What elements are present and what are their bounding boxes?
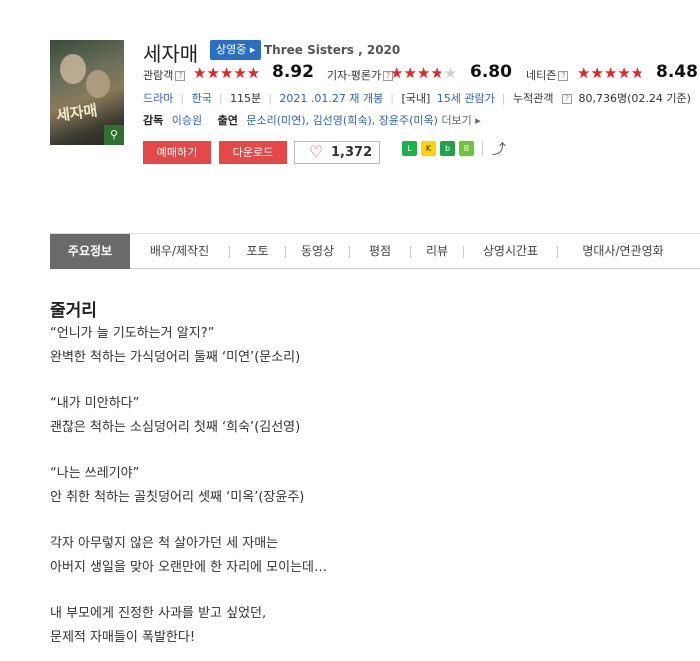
more-link[interactable]: 더보기 ▸ [441, 114, 480, 127]
movie-meta: 드라마 | 한국 | 115분 | 2021 .01.27 재 개봉 | [국내] 15… [143, 92, 691, 105]
rating-score: 6.80 [470, 62, 512, 82]
synopsis-line: 완벽한 척하는 가식덩어리 둘째 ‘미연’(문소리) [50, 350, 301, 365]
line-icon[interactable]: L [402, 141, 417, 156]
tab-photo[interactable]: 포토 [230, 234, 285, 269]
help-icon[interactable]: ? [175, 71, 186, 81]
synopsis-line: “나는 쓰레기야” [50, 466, 140, 481]
rating-label: 관람객 [143, 69, 174, 82]
share-icon[interactable]: ⤴ [492, 139, 506, 159]
tab-video[interactable]: 동영상 [286, 234, 349, 269]
like-count: 1,372 [331, 145, 373, 160]
star-fill: ★★★★★ [390, 64, 441, 82]
synopsis-line: 각자 아무렇지 않은 척 살아가던 세 자매는 [50, 536, 279, 551]
synopsis-line [50, 510, 670, 532]
rating-score: 8.48 [656, 62, 698, 82]
genre-link[interactable]: 드라마 [143, 92, 173, 105]
synopsis-line: 괜찮은 척하는 소심덩어리 첫째 ‘희숙’(김선영) [50, 420, 301, 435]
tab-cast-crew[interactable]: 배우/제작진 [130, 234, 229, 269]
help-icon[interactable]: ? [558, 71, 569, 81]
cast-label: 출연 [217, 114, 238, 127]
reserve-button[interactable]: 예매하기 [143, 141, 211, 164]
star-fill: ★★★★★ [193, 64, 260, 82]
rating-prefix: [국내] [401, 92, 431, 105]
star-rating: ★★★★★★★★★★ [193, 64, 261, 82]
runtime: 115분 [230, 92, 262, 105]
synopsis-line: 문제적 자매들이 폭발한다! [50, 630, 196, 645]
synopsis-heading: 줄거리 [50, 301, 97, 321]
crew-row: 감독 이승원 출연 문소리(미연), 김선영(희숙), 장윤주(미옥) 더보기 … [143, 114, 481, 127]
english-title: Three Sisters , 2020 [264, 43, 401, 57]
cast-link[interactable]: 문소리(미연) [246, 114, 305, 127]
like-button[interactable]: ♡ 1,372 [294, 141, 380, 164]
star-fill: ★★★★★ [577, 64, 641, 82]
synopsis-line: 아버지 생일을 맞아 오랜만에 한 자리에 모이는데… [50, 560, 327, 575]
synopsis-line: 내 부모에게 진정한 사과를 받고 싶었던, [50, 606, 267, 621]
star-rating: ★★★★★★★★★★ [390, 64, 458, 82]
synopsis-text: “언니가 늘 기도하는거 알지?” 완벽한 척하는 가식덩어리 둘째 ‘미연’(… [50, 322, 670, 650]
director-link[interactable]: 이승원 [172, 114, 202, 127]
synopsis-line: “내가 미안하다” [50, 396, 140, 411]
rating-label: 네티즌 [526, 69, 557, 82]
country-link[interactable]: 한국 [192, 92, 212, 105]
tab-main-info[interactable]: 주요정보 [50, 234, 130, 269]
tab-bar: 주요정보 배우/제작진 포토 동영상 평점 리뷰 상영시간표 명대사/연관영화 [50, 233, 700, 269]
ratings-row: 관람객? ★★★★★★★★★★ 8.92 기자·평론가? ★★★★★★★★★★ … [143, 62, 700, 85]
audience-count: 80,736명(02.24 기준) [578, 92, 691, 105]
age-rating-link[interactable]: 15세 관람가 [437, 92, 495, 105]
help-icon[interactable]: ? [561, 94, 572, 104]
synopsis-line: 안 취한 척하는 골칫덩어리 셋째 ‘미옥’(장윤주) [50, 490, 305, 505]
rating-label: 기자·평론가 [327, 69, 382, 82]
director-label: 감독 [143, 114, 164, 127]
tab-review[interactable]: 리뷰 [411, 234, 463, 269]
tab-showtimes[interactable]: 상영시간표 [464, 234, 557, 269]
tab-rating[interactable]: 평점 [350, 234, 410, 269]
zoom-icon[interactable]: ⚲ [104, 125, 124, 145]
poster-figure [60, 54, 86, 84]
cast-link[interactable]: 김선영(희숙) [313, 114, 372, 127]
synopsis-line: “언니가 늘 기도하는거 알지?” [50, 326, 215, 341]
tab-quotes-related[interactable]: 명대사/연관영화 [558, 234, 688, 269]
synopsis-line [50, 580, 670, 602]
rating-score: 8.92 [272, 62, 314, 82]
star-rating: ★★★★★★★★★★ [577, 64, 645, 82]
download-button[interactable]: 다운로드 [219, 141, 287, 164]
cast-link[interactable]: 장윤주(미옥) [379, 114, 438, 127]
audience-label: 누적관객 [513, 92, 554, 105]
movie-poster[interactable]: 세자매 ⚲ [50, 40, 124, 145]
naver-blog-icon[interactable]: B [459, 141, 474, 156]
poster-figure [86, 70, 110, 98]
kakaotalk-icon[interactable]: K [421, 141, 436, 156]
synopsis-line [50, 440, 670, 462]
heart-icon: ♡ [309, 142, 324, 161]
band-icon[interactable]: b [440, 141, 455, 156]
poster-title-logo: 세자매 [55, 101, 99, 125]
status-badge[interactable]: 상영중 ▸ [210, 40, 262, 60]
synopsis-line [50, 370, 670, 392]
release-link[interactable]: 2021 .01.27 재 개봉 [279, 92, 383, 105]
